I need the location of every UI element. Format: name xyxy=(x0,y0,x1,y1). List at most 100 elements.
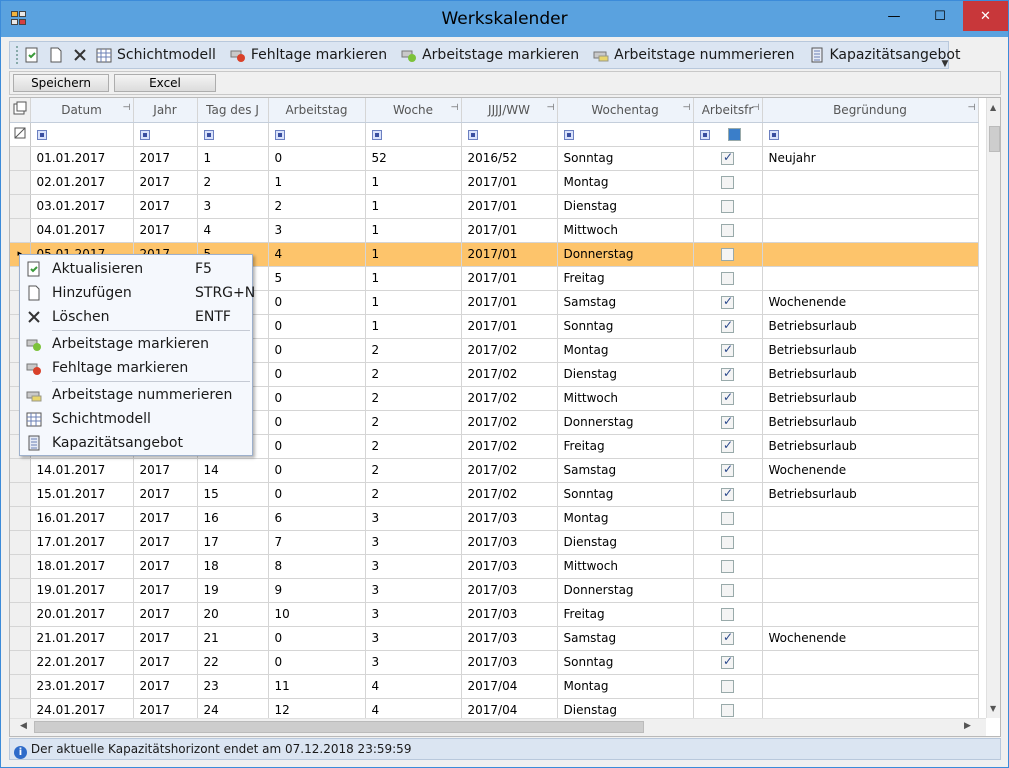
filter-cell[interactable] xyxy=(762,122,979,147)
row-selector[interactable] xyxy=(10,146,31,171)
table-cell[interactable]: Montag xyxy=(557,506,694,531)
table-cell[interactable]: 3 xyxy=(365,530,462,555)
workfree-checkbox[interactable] xyxy=(721,560,734,573)
table-cell[interactable]: 0 xyxy=(268,338,366,363)
filter-operator-icon[interactable] xyxy=(699,129,710,140)
table-row[interactable]: 15.01.2017201715022017/02Sonntag Betriebs… xyxy=(10,482,979,507)
workfree-checkbox[interactable] xyxy=(721,608,734,621)
workfree-checkbox[interactable] xyxy=(721,584,734,597)
row-selector[interactable] xyxy=(10,218,31,243)
workfree-checkbox[interactable] xyxy=(721,176,734,189)
workfree-checkbox-cell[interactable] xyxy=(693,554,763,579)
toolbar-nummerieren[interactable]: Arbeitstage nummerieren xyxy=(593,47,795,63)
table-cell[interactable]: 2017/02 xyxy=(461,482,558,507)
table-cell[interactable]: 2 xyxy=(365,458,462,483)
maximize-button[interactable]: ☐ xyxy=(917,1,963,31)
table-cell[interactable]: 2017/01 xyxy=(461,194,558,219)
table-cell[interactable] xyxy=(762,554,979,579)
workfree-checkbox[interactable] xyxy=(721,630,734,645)
table-cell[interactable]: Mittwoch xyxy=(557,386,694,411)
workfree-checkbox[interactable] xyxy=(721,200,734,213)
table-cell[interactable]: 2017/02 xyxy=(461,410,558,435)
table-cell[interactable]: 2017/03 xyxy=(461,626,558,651)
column-header[interactable]: Woche ⊣ xyxy=(365,98,462,123)
pin-icon[interactable]: ⊣ xyxy=(123,103,131,113)
pin-icon[interactable]: ⊣ xyxy=(547,103,555,113)
table-cell[interactable]: 5 xyxy=(268,266,366,291)
column-header[interactable]: Wochentag ⊣ xyxy=(557,98,694,123)
table-cell[interactable]: Montag xyxy=(557,674,694,699)
table-cell[interactable]: 2017 xyxy=(133,170,198,195)
table-cell[interactable]: 2 xyxy=(197,170,269,195)
pin-icon[interactable]: ⊣ xyxy=(683,103,691,113)
filter-cell[interactable] xyxy=(197,122,269,147)
table-cell[interactable]: 1 xyxy=(365,266,462,291)
workfree-checkbox-cell[interactable] xyxy=(693,386,763,411)
table-cell[interactable]: 2017 xyxy=(133,218,198,243)
table-cell[interactable]: Freitag xyxy=(557,266,694,291)
workfree-checkbox[interactable] xyxy=(721,486,734,501)
table-cell[interactable]: 2 xyxy=(365,410,462,435)
table-cell[interactable]: 7 xyxy=(268,530,366,555)
table-cell[interactable] xyxy=(762,506,979,531)
table-cell[interactable]: 18.01.2017 xyxy=(30,554,134,579)
table-cell[interactable]: Betriebsurlaub xyxy=(762,482,979,507)
table-cell[interactable]: 2017 xyxy=(133,578,198,603)
workfree-checkbox-cell[interactable] xyxy=(693,650,763,675)
table-cell[interactable]: 19 xyxy=(197,578,269,603)
column-header[interactable]: Datum ⊣ xyxy=(30,98,134,123)
filter-cell[interactable] xyxy=(461,122,558,147)
workfree-checkbox-cell[interactable] xyxy=(693,314,763,339)
table-cell[interactable]: 6 xyxy=(268,506,366,531)
table-cell[interactable]: 2017 xyxy=(133,506,198,531)
table-cell[interactable]: Wochenende xyxy=(762,626,979,651)
table-cell[interactable]: Montag xyxy=(557,338,694,363)
table-cell[interactable]: Betriebsurlaub xyxy=(762,314,979,339)
workfree-checkbox[interactable] xyxy=(721,248,734,261)
table-cell[interactable]: Donnerstag xyxy=(557,242,694,267)
table-cell[interactable]: 2017 xyxy=(133,626,198,651)
workfree-checkbox-cell[interactable] xyxy=(693,482,763,507)
table-cell[interactable]: Mittwoch xyxy=(557,554,694,579)
table-row[interactable]: 03.01.2017 2017 3 2 1 2017/01 Dienstag xyxy=(10,194,979,219)
table-cell[interactable]: Samstag xyxy=(557,290,694,315)
table-cell[interactable]: Betriebsurlaub xyxy=(762,362,979,387)
pin-icon[interactable]: ⊣ xyxy=(968,103,976,113)
workfree-checkbox-cell[interactable] xyxy=(693,506,763,531)
context-menu-item[interactable]: Hinzufügen STRG+N xyxy=(20,281,255,305)
table-row[interactable]: 16.01.2017 2017 16 6 3 2017/03 Montag xyxy=(10,506,979,531)
table-cell[interactable]: 0 xyxy=(268,626,366,651)
table-cell[interactable]: 2 xyxy=(365,482,462,507)
table-cell[interactable]: 1 xyxy=(365,170,462,195)
table-cell[interactable]: 0 xyxy=(268,482,366,507)
table-cell[interactable]: 2017/03 xyxy=(461,530,558,555)
table-cell[interactable]: 2017 xyxy=(133,530,198,555)
table-row[interactable]: 01.01.2017201710522016/52Sonntag Neujahr xyxy=(10,146,979,171)
filter-cell[interactable] xyxy=(268,122,366,147)
table-row[interactable]: 02.01.2017 2017 2 1 1 2017/01 Montag xyxy=(10,170,979,195)
workfree-checkbox-cell[interactable] xyxy=(693,218,763,243)
table-cell[interactable]: 0 xyxy=(268,362,366,387)
workfree-checkbox[interactable] xyxy=(721,680,734,693)
table-cell[interactable]: Samstag xyxy=(557,626,694,651)
filter-checkbox[interactable] xyxy=(727,128,741,141)
table-cell[interactable]: 1 xyxy=(365,242,462,267)
workfree-checkbox-cell[interactable] xyxy=(693,530,763,555)
table-cell[interactable]: 1 xyxy=(197,146,269,171)
horizontal-scrollbar[interactable]: ◀ ▶ xyxy=(10,718,986,736)
context-menu-item[interactable]: Kapazitätsangebot xyxy=(20,431,252,455)
table-cell[interactable] xyxy=(762,242,979,267)
table-cell[interactable]: 2017/03 xyxy=(461,650,558,675)
table-cell[interactable]: 22.01.2017 xyxy=(30,650,134,675)
row-selector[interactable] xyxy=(10,506,31,531)
table-cell[interactable]: Sonntag xyxy=(557,314,694,339)
workfree-checkbox[interactable] xyxy=(721,438,734,453)
row-selector[interactable] xyxy=(10,650,31,675)
table-cell[interactable]: 1 xyxy=(365,314,462,339)
filter-operator-icon[interactable] xyxy=(36,129,47,140)
row-selector[interactable] xyxy=(10,554,31,579)
table-cell[interactable]: Betriebsurlaub xyxy=(762,434,979,459)
workfree-checkbox-cell[interactable] xyxy=(693,674,763,699)
table-cell[interactable]: 3 xyxy=(365,626,462,651)
workfree-checkbox[interactable] xyxy=(721,704,734,717)
